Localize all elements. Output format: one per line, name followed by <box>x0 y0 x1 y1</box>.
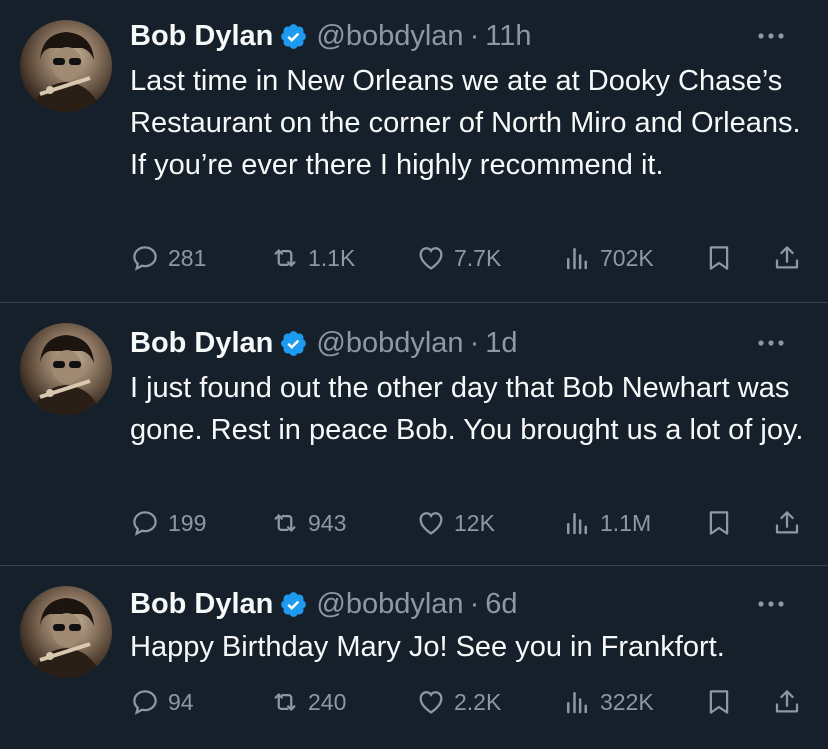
views-button[interactable]: 702K <box>562 243 654 273</box>
tweet-header: Bob Dylan @bobdylan · 6d <box>130 586 808 622</box>
repost-button[interactable]: 240 <box>270 687 346 717</box>
timestamp[interactable]: 11h <box>485 20 531 53</box>
reply-icon <box>133 511 157 536</box>
author-handle[interactable]: @bobdylan <box>316 588 463 621</box>
author-name[interactable]: Bob Dylan <box>130 327 273 360</box>
bookmark-icon <box>709 511 729 535</box>
heart-icon <box>419 691 443 714</box>
repost-icon <box>274 514 296 532</box>
heart-icon <box>419 512 443 535</box>
tweet-text: I just found out the other day that Bob … <box>130 372 804 446</box>
like-count: 12K <box>454 509 495 536</box>
like-count: 2.2K <box>454 688 502 715</box>
separator-dot: · <box>469 19 480 52</box>
views-count: 322K <box>600 688 654 715</box>
more-options-icon[interactable] <box>756 325 786 361</box>
timestamp[interactable]: 1d <box>485 327 517 360</box>
tweet-header: Bob Dylan @bobdylan · 1d <box>130 325 808 361</box>
like-button[interactable]: 12K <box>416 508 495 538</box>
repost-button[interactable]: 1.1K <box>270 243 355 273</box>
views-icon <box>567 513 587 535</box>
tweet-text: Happy Birthday Mary Jo! See you in Frank… <box>130 631 725 663</box>
tweet[interactable]: Bob Dylan @bobdylan · 11h Last time in N… <box>0 0 828 303</box>
heart-icon <box>419 247 443 270</box>
repost-icon <box>274 249 296 267</box>
repost-count: 1.1K <box>308 244 356 271</box>
repost-count: 943 <box>308 509 347 536</box>
like-button[interactable]: 2.2K <box>416 687 501 717</box>
separator-dot: · <box>469 326 480 359</box>
avatar[interactable] <box>20 323 112 415</box>
avatar-photo <box>30 32 102 112</box>
author-name[interactable]: Bob Dylan <box>130 20 273 53</box>
tweet-header: Bob Dylan @bobdylan · 11h <box>130 18 808 54</box>
tweet-actions: 199 943 12K 1.1M <box>130 503 808 543</box>
reply-icon <box>133 246 157 271</box>
timeline: Bob Dylan @bobdylan · 11h Last time in N… <box>0 0 828 749</box>
bookmark-button[interactable] <box>704 243 734 273</box>
tweet-actions: 94 240 2.2K 322K <box>130 682 808 722</box>
tweet[interactable]: Bob Dylan @bobdylan · 6d Happy Birthday … <box>0 566 828 749</box>
views-count: 1.1M <box>600 509 652 536</box>
avatar-photo <box>30 598 102 678</box>
reply-icon <box>133 690 157 715</box>
share-icon <box>775 511 799 534</box>
bookmark-icon <box>709 246 729 270</box>
bookmark-icon <box>709 690 729 714</box>
reply-count: 281 <box>168 244 207 271</box>
reply-count: 94 <box>168 688 194 715</box>
bookmark-button[interactable] <box>704 687 734 717</box>
views-count: 702K <box>600 244 654 271</box>
views-button[interactable]: 322K <box>562 687 654 717</box>
views-icon <box>567 248 587 270</box>
share-button[interactable] <box>772 508 802 538</box>
reply-count: 199 <box>168 509 207 536</box>
like-count: 7.7K <box>454 244 502 271</box>
like-button[interactable]: 7.7K <box>416 243 501 273</box>
views-icon <box>567 692 587 714</box>
tweet-text: Last time in New Orleans we ate at Dooky… <box>130 65 801 181</box>
repost-icon <box>274 693 296 711</box>
timestamp[interactable]: 6d <box>485 588 517 621</box>
avatar-photo <box>30 335 102 415</box>
repost-count: 240 <box>308 688 347 715</box>
repost-button[interactable]: 943 <box>270 508 346 538</box>
more-options-icon[interactable] <box>756 18 786 54</box>
share-button[interactable] <box>772 243 802 273</box>
reply-button[interactable]: 281 <box>130 243 206 273</box>
bookmark-button[interactable] <box>704 508 734 538</box>
avatar[interactable] <box>20 20 112 112</box>
author-handle[interactable]: @bobdylan <box>316 20 463 53</box>
share-button[interactable] <box>772 687 802 717</box>
tweet-actions: 281 1.1K 7.7K 702K <box>130 238 808 278</box>
share-icon <box>775 246 799 269</box>
verified-badge-icon[interactable] <box>279 329 308 358</box>
reply-button[interactable]: 94 <box>130 687 194 717</box>
views-button[interactable]: 1.1M <box>562 508 651 538</box>
author-handle[interactable]: @bobdylan <box>316 327 463 360</box>
verified-badge-icon[interactable] <box>279 22 308 51</box>
avatar[interactable] <box>20 586 112 678</box>
author-name[interactable]: Bob Dylan <box>130 588 273 621</box>
share-icon <box>775 690 799 713</box>
more-options-icon[interactable] <box>756 586 786 622</box>
verified-badge-icon[interactable] <box>279 590 308 619</box>
separator-dot: · <box>469 587 480 620</box>
reply-button[interactable]: 199 <box>130 508 206 538</box>
tweet[interactable]: Bob Dylan @bobdylan · 1d I just found ou… <box>0 303 828 566</box>
